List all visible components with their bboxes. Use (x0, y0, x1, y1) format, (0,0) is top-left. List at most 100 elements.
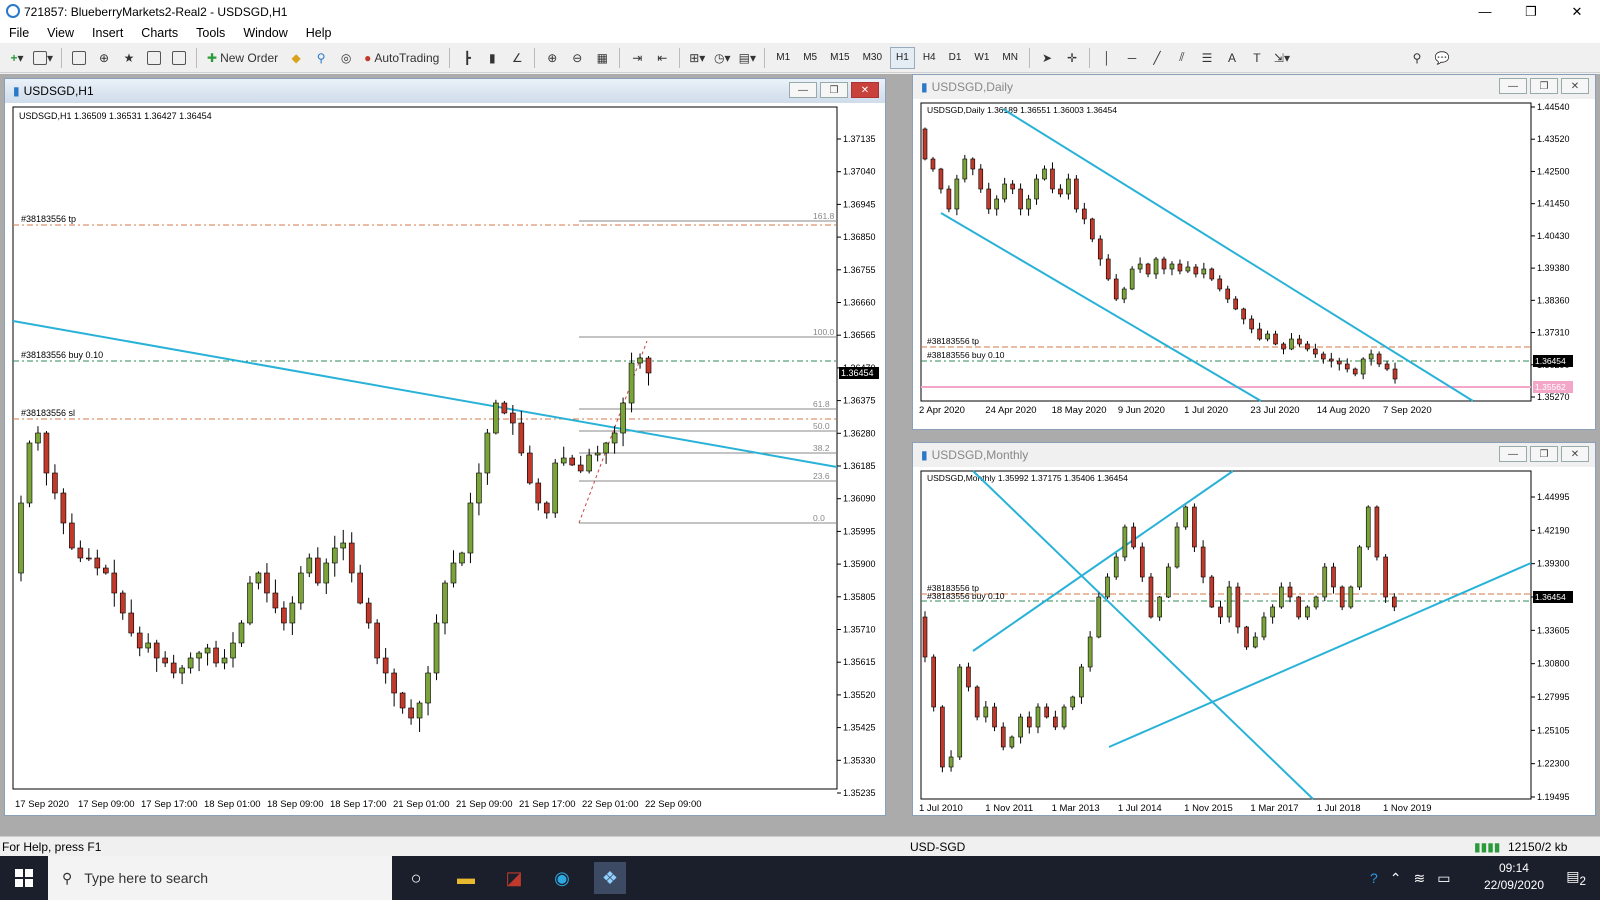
menu-charts[interactable]: Charts (132, 26, 187, 40)
metatrader-icon[interactable]: ❖ (594, 862, 626, 894)
market-watch-icon[interactable] (68, 47, 90, 69)
daily-chart-canvas[interactable]: USDSGD,Daily 1.36189 1.36551 1.36003 1.3… (913, 99, 1595, 429)
new-chart-icon[interactable]: + ▾ (6, 47, 28, 69)
menu-tools[interactable]: Tools (187, 26, 234, 40)
fibonacci-icon[interactable]: ☰ (1196, 47, 1218, 69)
menu-file[interactable]: File (0, 26, 38, 40)
templates-icon[interactable]: ▤▾ (736, 47, 758, 69)
close-icon[interactable]: ✕ (851, 82, 879, 98)
minimize-icon[interactable]: — (1462, 0, 1508, 23)
time-label: 18 Sep 09:00 (267, 799, 324, 810)
minimize-icon[interactable]: — (789, 82, 817, 98)
notification-icon[interactable]: ▤2 (1566, 868, 1586, 888)
vertical-line-icon[interactable]: │ (1096, 47, 1118, 69)
metaeditor-icon[interactable]: ◆ (285, 47, 307, 69)
periods-icon[interactable]: ◷▾ (711, 47, 733, 69)
close-icon[interactable]: ✕ (1561, 78, 1589, 94)
help-icon[interactable]: ? (1370, 870, 1378, 886)
tf-mn[interactable]: MN (997, 47, 1023, 69)
arrows-icon[interactable]: ⇲▾ (1271, 47, 1293, 69)
tf-d1[interactable]: D1 (944, 47, 967, 69)
horizontal-line-icon[interactable]: ─ (1121, 47, 1143, 69)
restore-icon[interactable]: ❐ (820, 82, 848, 98)
chart-window-daily[interactable]: ▮ USDSGD,Daily — ❐ ✕ USDSGD,Daily 1.36189 … (912, 74, 1596, 430)
indicators-icon[interactable]: ⊞▾ (686, 47, 708, 69)
candle-body (272, 592, 279, 609)
candle-body (1376, 353, 1382, 365)
candle-body (1185, 266, 1191, 272)
battery-icon[interactable]: ▭ (1437, 870, 1450, 887)
chart-shift-icon[interactable]: ⇥ (626, 47, 648, 69)
file-explorer-icon[interactable]: ▬ (450, 862, 482, 894)
candle-body (1270, 606, 1275, 618)
candle-body (136, 632, 143, 649)
terminal-icon[interactable] (143, 47, 165, 69)
candle-body (255, 572, 262, 584)
autoscroll-icon[interactable]: ⇤ (651, 47, 673, 69)
tf-m1[interactable]: M1 (771, 47, 795, 69)
menu-insert[interactable]: Insert (83, 26, 132, 40)
bar-chart-icon[interactable]: ┣ (456, 47, 478, 69)
equidistant-channel-icon[interactable]: ⫽ (1171, 47, 1193, 69)
taskbar-search-box[interactable]: ⚲ Type here to search (48, 856, 392, 900)
menu-help[interactable]: Help (297, 26, 341, 40)
tf-w1[interactable]: W1 (969, 47, 994, 69)
chevron-up-icon[interactable]: ⌃ (1390, 870, 1402, 887)
candle-body (1331, 566, 1336, 588)
start-button[interactable] (0, 856, 48, 900)
close-icon[interactable]: ✕ (1554, 0, 1600, 23)
menu-view[interactable]: View (38, 26, 83, 40)
time-label: 23 Jul 2020 (1250, 405, 1299, 416)
candle-body (620, 402, 626, 434)
tf-m5[interactable]: M5 (798, 47, 822, 69)
chat-icon[interactable]: 💬 (1431, 47, 1453, 69)
chart-window-daily-caption[interactable]: ▮ USDSGD,Daily — ❐ ✕ (913, 75, 1595, 99)
candle-body (323, 562, 330, 584)
task-view-icon[interactable]: ○ (400, 862, 432, 894)
cursor-icon[interactable]: ➤ (1036, 47, 1058, 69)
search-icon[interactable]: ⚲ (1406, 47, 1428, 69)
monthly-chart-canvas[interactable]: USDSGD,Monthly 1.35992 1.37175 1.35406 1… (913, 467, 1595, 815)
tf-h1[interactable]: H1 (890, 46, 915, 69)
tile-windows-icon[interactable]: ▦ (591, 47, 613, 69)
navigator-icon[interactable]: ★ (118, 47, 140, 69)
minimize-icon[interactable]: — (1499, 78, 1527, 94)
edge-icon[interactable]: ◉ (546, 862, 578, 894)
maximize-icon[interactable]: ❐ (1508, 0, 1554, 23)
chart-window-monthly[interactable]: ▮ USDSGD,Monthly — ❐ ✕ USDSGD,Monthly 1.35… (912, 442, 1596, 816)
menu-window[interactable]: Window (234, 26, 296, 40)
restore-icon[interactable]: ❐ (1530, 78, 1558, 94)
trendline-icon[interactable]: ╱ (1146, 47, 1168, 69)
candle-body (1336, 360, 1342, 365)
line-chart-icon[interactable]: ∠ (506, 47, 528, 69)
close-icon[interactable]: ✕ (1561, 446, 1589, 462)
minimize-icon[interactable]: — (1499, 446, 1527, 462)
strategy-tester-icon[interactable] (168, 47, 190, 69)
text-label-icon[interactable]: T (1246, 47, 1268, 69)
autotrading-button[interactable]: ● AutoTrading (360, 47, 443, 69)
tf-m30[interactable]: M30 (858, 47, 887, 69)
zoom-out-icon[interactable]: ⊖ (566, 47, 588, 69)
chart-window-monthly-caption[interactable]: ▮ USDSGD,Monthly — ❐ ✕ (913, 443, 1595, 467)
text-icon[interactable]: A (1221, 47, 1243, 69)
taskbar-clock[interactable]: 09:14 22/09/2020 (1484, 860, 1544, 894)
candle-body (1226, 586, 1232, 618)
wifi-icon[interactable]: ≋ (1414, 870, 1426, 887)
new-order-button[interactable]: ✚ New Order (203, 47, 282, 69)
h1-chart-canvas[interactable]: USDSGD,H1 1.36509 1.36531 1.36427 1.3645… (5, 103, 885, 815)
chart-window-h1[interactable]: ▮ USDSGD,H1 — ❐ ✕ USDSGD,H1 1.36509 1.3653… (4, 78, 886, 816)
profiles-icon[interactable]: ▾ (31, 47, 55, 69)
zoom-in-icon[interactable]: ⊕ (541, 47, 563, 69)
media-app-icon[interactable]: ◪ (498, 862, 530, 894)
tf-m15[interactable]: M15 (825, 47, 854, 69)
restore-icon[interactable]: ❐ (1530, 446, 1558, 462)
chart-window-h1-caption[interactable]: ▮ USDSGD,H1 — ❐ ✕ (5, 79, 885, 103)
crosshair-icon[interactable]: ✛ (1061, 47, 1083, 69)
data-window-icon[interactable]: ⊕ (93, 47, 115, 69)
signals-icon[interactable]: ⚲ (310, 47, 332, 69)
candle-body (1339, 586, 1345, 608)
candlestick-icon[interactable]: ▮ (481, 47, 503, 69)
market-icon[interactable]: ◎ (335, 47, 357, 69)
candle-body (1169, 263, 1175, 270)
tf-h4[interactable]: H4 (918, 47, 941, 69)
